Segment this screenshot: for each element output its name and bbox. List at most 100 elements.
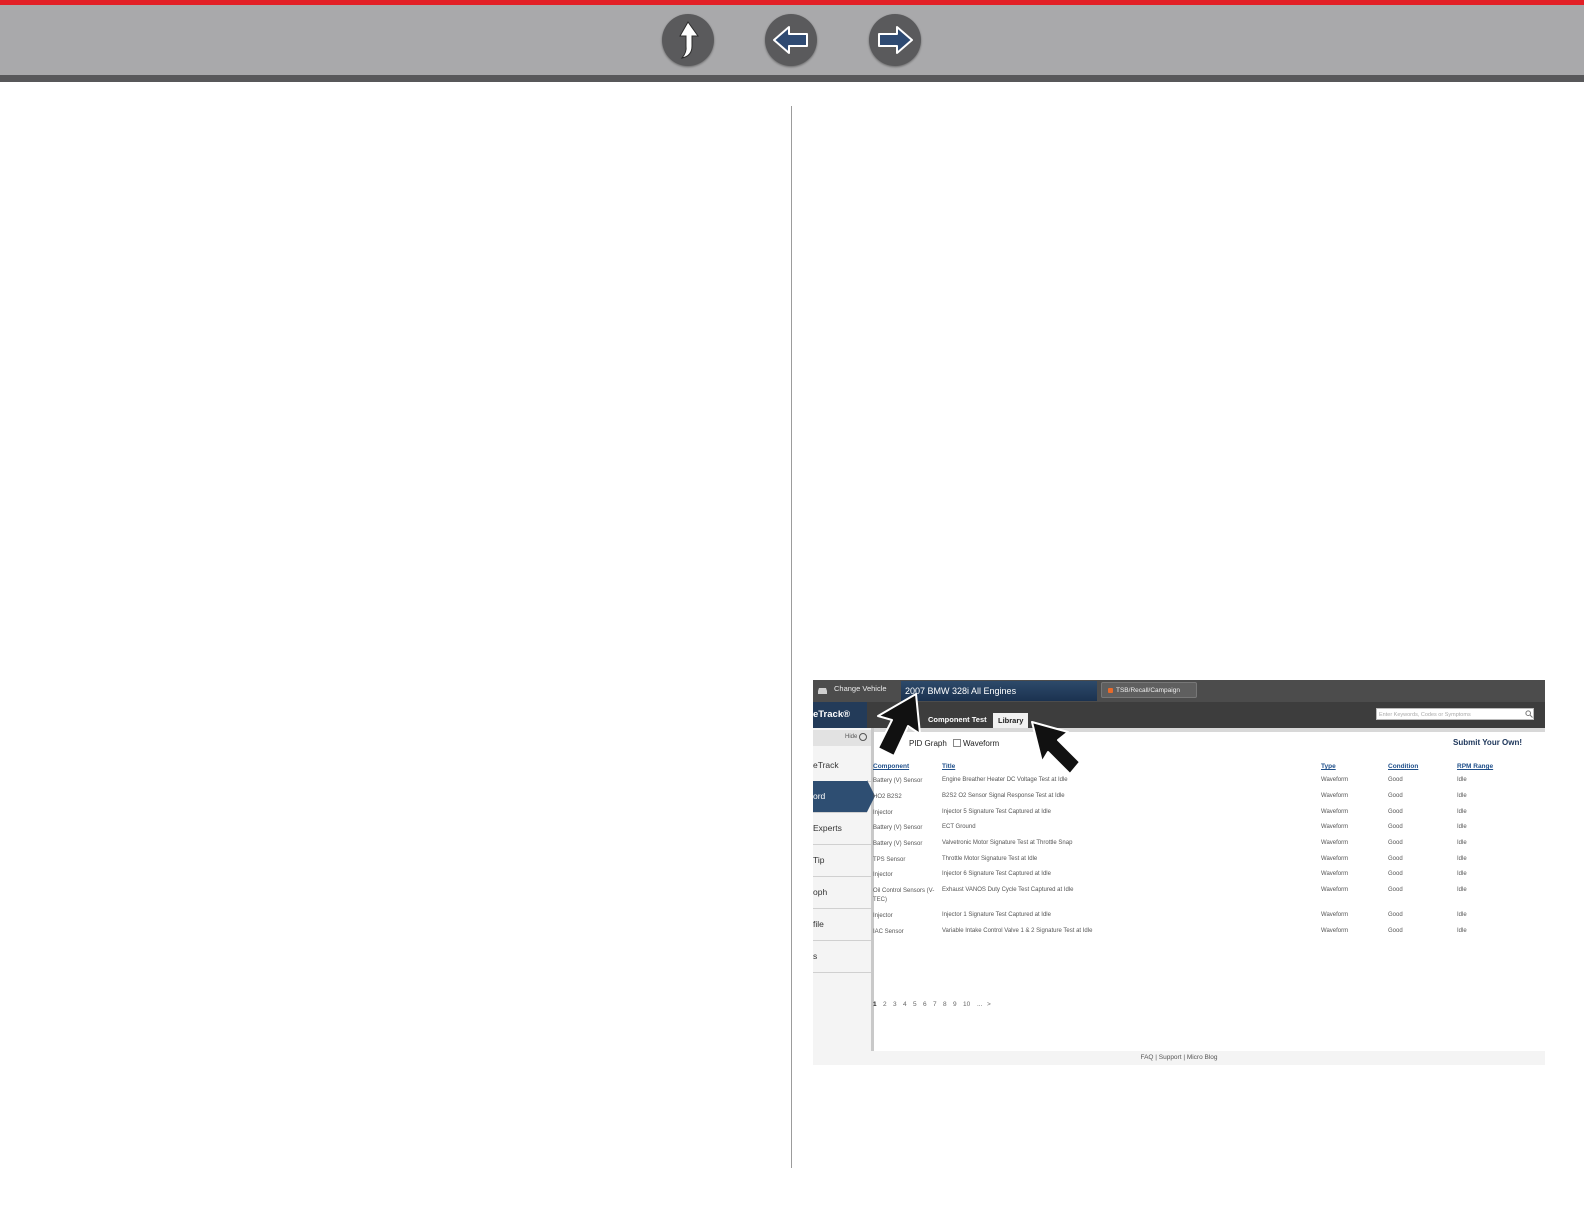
cell-component: Injector [873,810,893,816]
close-icon[interactable] [859,733,867,741]
back-button[interactable] [765,14,817,66]
cell-rpm-range: Idle [1457,912,1467,918]
page-link[interactable]: 2 [883,1001,887,1008]
hide-sidebar-control[interactable]: Hide [813,730,871,746]
sidebar-item[interactable]: s [813,941,871,973]
column-header-type[interactable]: Type [1321,763,1336,770]
cell-type: Waveform [1321,809,1349,815]
sidebar-item[interactable]: Experts [813,813,871,845]
cell-type: Waveform [1321,928,1349,934]
column-divider [791,106,792,1168]
cell-component: IAC Sensor [873,929,904,935]
sidebar-item[interactable]: oph [813,877,871,909]
cell-title[interactable]: Injector 1 Signature Test Captured at Id… [942,912,1051,918]
forward-button[interactable] [869,14,921,66]
up-button[interactable] [662,14,714,66]
page-link[interactable]: 5 [913,1001,917,1008]
right-arrow-icon [878,26,913,54]
cell-title[interactable]: Variable Intake Control Valve 1 & 2 Sign… [942,928,1092,934]
footer-links[interactable]: FAQ | Support | Micro Blog [813,1051,1545,1065]
cell-component: Battery (V) Sensor [873,841,923,847]
cell-condition: Good [1388,840,1403,846]
cell-title[interactable]: Throttle Motor Signature Test at Idle [942,856,1037,862]
cell-rpm-range: Idle [1457,793,1467,799]
page-link[interactable]: 9 [953,1001,957,1008]
cell-title[interactable]: Injector 6 Signature Test Captured at Id… [942,871,1051,877]
cell-rpm-range: Idle [1457,824,1467,830]
cell-type: Waveform [1321,777,1349,783]
sidebar-item[interactable]: Tip [813,845,871,877]
cell-title[interactable]: ECT Ground [942,824,976,830]
cell-type: Waveform [1321,840,1349,846]
column-header-rpm-range[interactable]: RPM Range [1457,763,1493,770]
search-input[interactable]: Enter Keywords, Codes or Symptoms [1376,708,1534,720]
column-header-title[interactable]: Title [942,763,955,770]
cell-condition: Good [1388,777,1403,783]
page-link[interactable]: 4 [903,1001,907,1008]
cell-title[interactable]: Exhaust VANOS Duty Cycle Test Captured a… [942,887,1074,893]
cell-rpm-range: Idle [1457,871,1467,877]
cell-component: HO2 B2S2 [873,794,902,800]
car-icon [818,688,827,694]
cell-component: Battery (V) Sensor [873,825,923,831]
hide-label: Hide [845,734,858,740]
pointer-arrow-icon [877,693,921,757]
content-top-strip [871,728,1545,732]
cell-condition: Good [1388,928,1403,934]
page-link[interactable]: 1 [873,1001,877,1008]
cell-component: Oil Control Sensors (V-TEC) [873,888,935,903]
waveform-checkbox[interactable] [953,739,961,747]
cell-condition: Good [1388,824,1403,830]
cell-rpm-range: Idle [1457,887,1467,893]
up-arrow-icon [679,21,699,59]
page-link[interactable]: 3 [893,1001,897,1008]
sidebar-item[interactable]: eTrack [813,750,871,782]
cell-type: Waveform [1321,793,1349,799]
page-link[interactable]: 8 [943,1001,947,1008]
cell-condition: Good [1388,809,1403,815]
column-header-component[interactable]: Component [873,763,909,770]
cell-component: Battery (V) Sensor [873,778,923,784]
tab-library[interactable]: Library [993,713,1029,728]
tsb-recall-button[interactable]: TSB/Recall/Campaign [1101,682,1197,698]
cell-condition: Good [1388,887,1403,893]
page-link[interactable]: 10 [963,1001,970,1008]
cell-condition: Good [1388,871,1403,877]
cell-component: Injector [873,872,893,878]
pointer-arrow-icon [1031,721,1081,775]
cell-type: Waveform [1321,871,1349,877]
cell-rpm-range: Idle [1457,856,1467,862]
page-link[interactable]: ... [977,1001,982,1008]
cell-title[interactable]: B2S2 O2 Sensor Signal Response Test at I… [942,793,1065,799]
toolbar-bottom-edge [0,75,1584,82]
brand-logo: eTrack® [813,702,867,728]
cell-type: Waveform [1321,856,1349,862]
sidebar-item[interactable]: file [813,909,871,941]
sidebar-item-active[interactable]: ord [813,781,867,813]
top-navigation-bar [0,0,1584,82]
cell-component: Injector [873,913,893,919]
page-link[interactable]: 7 [933,1001,937,1008]
submit-your-own-link[interactable]: Submit Your Own! [1453,738,1522,747]
cell-rpm-range: Idle [1457,809,1467,815]
page-link[interactable]: 6 [923,1001,927,1008]
cell-rpm-range: Idle [1457,928,1467,934]
cell-condition: Good [1388,856,1403,862]
cell-type: Waveform [1321,912,1349,918]
cell-type: Waveform [1321,887,1349,893]
tab-component-test[interactable]: Component Test [928,715,987,724]
cell-rpm-range: Idle [1457,840,1467,846]
tsb-label: TSB/Recall/Campaign [1116,687,1180,694]
search-icon[interactable] [1525,710,1533,718]
cell-title[interactable]: Valvetronic Motor Signature Test at Thro… [942,840,1072,846]
cell-component: TPS Sensor [873,857,906,863]
column-header-condition[interactable]: Condition [1388,763,1418,770]
cell-type: Waveform [1321,824,1349,830]
cell-title[interactable]: Injector 5 Signature Test Captured at Id… [942,809,1051,815]
left-arrow-icon [773,26,808,54]
page-link[interactable]: > [987,1001,991,1008]
waveform-filter[interactable]: Waveform [963,739,999,748]
tsb-icon [1108,687,1113,693]
cell-condition: Good [1388,793,1403,799]
cell-condition: Good [1388,912,1403,918]
